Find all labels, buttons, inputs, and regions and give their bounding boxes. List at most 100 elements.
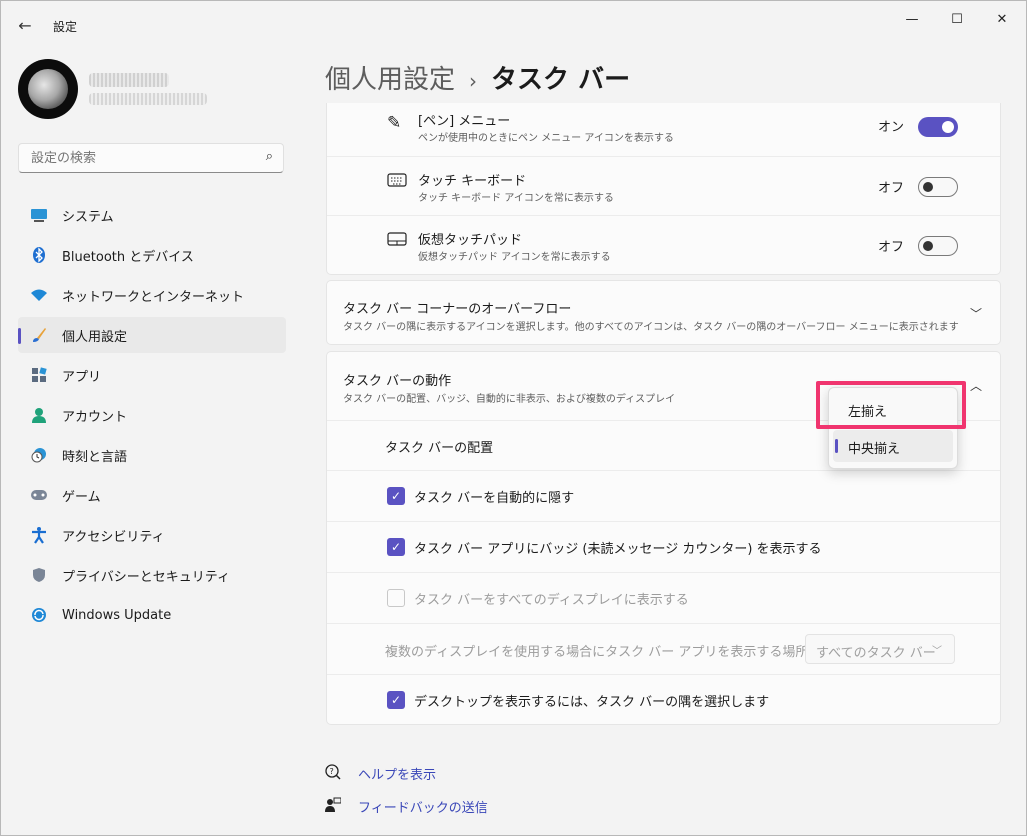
sidebar-item-time-language[interactable]: 時刻と言語 xyxy=(18,437,286,473)
all-displays-checkbox[interactable] xyxy=(387,589,405,607)
avatar[interactable] xyxy=(18,59,78,119)
sidebar-item-label: ネットワークとインターネット xyxy=(62,289,245,305)
chevron-up-icon[interactable]: ︿ xyxy=(970,377,982,394)
account-icon xyxy=(30,406,48,424)
sidebar-item-gaming[interactable]: ゲーム xyxy=(18,477,286,513)
highlight-box xyxy=(816,381,966,429)
sidebar-item-network[interactable]: ネットワークとインターネット xyxy=(18,277,286,313)
chevron-down-icon: ﹀ xyxy=(932,646,942,657)
redacted-email xyxy=(89,93,207,105)
search-input[interactable] xyxy=(29,150,253,167)
gamepad-icon xyxy=(30,486,48,504)
setting-title: タッチ キーボード xyxy=(418,174,527,189)
breadcrumb-parent[interactable]: 個人用設定 xyxy=(325,65,455,95)
setting-title: タスク バーの動作 xyxy=(343,374,452,389)
close-button[interactable]: ✕ xyxy=(980,5,1024,33)
setting-description: ペンが使用中のときにペン メニュー アイコンを表示する xyxy=(418,133,674,144)
checkbox-label: タスク バーを自動的に隠す xyxy=(414,491,575,506)
setting-description: タスク バーの配置、バッジ、自動的に非表示、および複数のディスプレイ xyxy=(343,394,676,405)
accessibility-icon xyxy=(30,526,48,544)
sidebar-item-windows-update[interactable]: Windows Update xyxy=(18,597,286,633)
help-link[interactable]: ? ヘルプを表示 xyxy=(325,757,488,790)
sidebar-item-bluetooth[interactable]: Bluetooth とデバイス xyxy=(18,237,286,273)
setting-description: タッチ キーボード アイコンを常に表示する xyxy=(418,193,614,204)
setting-row-touch-keyboard: タッチ キーボード タッチ キーボード アイコンを常に表示する オフ xyxy=(327,156,1000,215)
footer-links: ? ヘルプを表示 フィードバックの送信 xyxy=(325,757,488,823)
auto-hide-checkbox[interactable]: ✓ xyxy=(387,487,405,505)
search-box[interactable]: ⌕ xyxy=(18,143,284,173)
touchpad-icon xyxy=(387,231,407,251)
setting-description: 仮想タッチパッド アイコンを常に表示する xyxy=(418,252,611,263)
setting-description: タスク バーの隅に表示するアイコンを選択します。他のすべてのアイコンは、タスク … xyxy=(343,322,959,333)
sidebar-item-label: プライバシーとセキュリティ xyxy=(62,569,230,585)
bluetooth-icon xyxy=(30,246,48,264)
breadcrumb-separator: › xyxy=(469,69,478,93)
setting-title: タスク バー コーナーのオーバーフロー xyxy=(343,302,572,317)
back-arrow-icon[interactable]: ← xyxy=(15,15,35,35)
setting-row-virtual-touchpad: 仮想タッチパッド 仮想タッチパッド アイコンを常に表示する オフ xyxy=(327,215,1000,274)
dropdown-value: すべてのタスク バー xyxy=(816,646,936,661)
settings-window: ← 設定 — ☐ ✕ ⌕ システム Bluetooth とデバイス ネットワーク… xyxy=(0,0,1027,836)
apps-icon xyxy=(30,366,48,384)
sidebar-item-system[interactable]: システム xyxy=(18,197,286,233)
setting-row-multi-display: 複数のディスプレイを使用する場合にタスク バー アプリを表示する場所 すべてのタ… xyxy=(327,623,1000,674)
taskbar-corner-icons-card: ✎ [ペン] メニュー ペンが使用中のときにペン メニュー アイコンを表示する … xyxy=(326,103,1001,275)
sidebar-item-label: アカウント xyxy=(62,409,128,425)
redacted-username xyxy=(89,73,169,87)
option-label: 中央揃え xyxy=(848,442,901,457)
sidebar-item-label: 個人用設定 xyxy=(62,329,128,345)
sidebar-item-label: ゲーム xyxy=(62,489,101,505)
sidebar-item-label: Windows Update xyxy=(62,607,172,623)
sidebar-item-accessibility[interactable]: アクセシビリティ xyxy=(18,517,286,553)
sidebar-item-personalization[interactable]: 個人用設定 xyxy=(18,317,286,353)
clock-globe-icon xyxy=(30,446,48,464)
breadcrumb: 個人用設定 › タスク バー xyxy=(325,59,630,96)
setting-row-auto-hide: ✓ タスク バーを自動的に隠す xyxy=(327,470,1000,521)
monitor-icon xyxy=(30,206,48,224)
sidebar-item-apps[interactable]: アプリ xyxy=(18,357,286,393)
setting-row-all-displays: タスク バーをすべてのディスプレイに表示する xyxy=(327,572,1000,623)
svg-text:?: ? xyxy=(330,767,334,776)
sidebar-item-label: Bluetooth とデバイス xyxy=(62,249,194,265)
alignment-option-center[interactable]: 中央揃え xyxy=(833,430,953,462)
checkbox-label: デスクトップを表示するには、タスク バーの隅を選択します xyxy=(414,695,770,710)
virtual-touchpad-toggle[interactable] xyxy=(918,236,958,256)
touch-keyboard-toggle[interactable] xyxy=(918,177,958,197)
sidebar-item-label: アクセシビリティ xyxy=(62,529,165,545)
desktop-corner-checkbox[interactable]: ✓ xyxy=(387,691,405,709)
help-link-label: ヘルプを表示 xyxy=(358,768,437,783)
app-title: 設定 xyxy=(53,20,78,34)
multi-display-dropdown[interactable]: すべてのタスク バー ﹀ xyxy=(805,634,955,664)
wifi-icon xyxy=(30,286,48,304)
multi-display-label: 複数のディスプレイを使用する場合にタスク バー アプリを表示する場所 xyxy=(385,645,809,660)
badges-checkbox[interactable]: ✓ xyxy=(387,538,405,556)
checkbox-label: タスク バーをすべてのディスプレイに表示する xyxy=(414,593,689,608)
maximize-button[interactable]: ☐ xyxy=(935,5,979,33)
toggle-state-label: オフ xyxy=(877,240,904,255)
page-title: タスク バー xyxy=(491,65,631,95)
sidebar-item-label: アプリ xyxy=(62,369,102,385)
toggle-state-label: オン xyxy=(877,120,904,135)
shield-icon xyxy=(30,566,48,584)
sidebar-nav: システム Bluetooth とデバイス ネットワークとインターネット 個人用設… xyxy=(18,197,286,637)
checkbox-label: タスク バー アプリにバッジ (未読メッセージ カウンター) を表示する xyxy=(414,542,822,557)
pen-menu-toggle[interactable] xyxy=(918,117,958,137)
setting-row-badges: ✓ タスク バー アプリにバッジ (未読メッセージ カウンター) を表示する xyxy=(327,521,1000,572)
feedback-link[interactable]: フィードバックの送信 xyxy=(325,790,488,823)
keyboard-icon xyxy=(387,172,407,192)
sidebar-item-accounts[interactable]: アカウント xyxy=(18,397,286,433)
brush-icon xyxy=(30,326,48,344)
taskbar-corner-overflow-card[interactable]: タスク バー コーナーのオーバーフロー タスク バーの隅に表示するアイコンを選択… xyxy=(326,280,1001,345)
chevron-down-icon[interactable]: ﹀ xyxy=(970,305,982,322)
help-icon: ? xyxy=(325,763,343,784)
feedback-link-label: フィードバックの送信 xyxy=(358,801,488,816)
setting-title: 仮想タッチパッド xyxy=(418,233,523,248)
setting-row-desktop-corner: ✓ デスクトップを表示するには、タスク バーの隅を選択します xyxy=(327,674,1000,724)
setting-title: [ペン] メニュー xyxy=(418,114,511,129)
title-bar: ← 設定 — ☐ ✕ xyxy=(1,1,1026,45)
minimize-button[interactable]: — xyxy=(890,5,934,33)
sidebar-item-privacy[interactable]: プライバシーとセキュリティ xyxy=(18,557,286,593)
sidebar-item-label: 時刻と言語 xyxy=(62,449,128,465)
search-icon[interactable]: ⌕ xyxy=(266,149,273,164)
update-icon xyxy=(30,606,48,624)
